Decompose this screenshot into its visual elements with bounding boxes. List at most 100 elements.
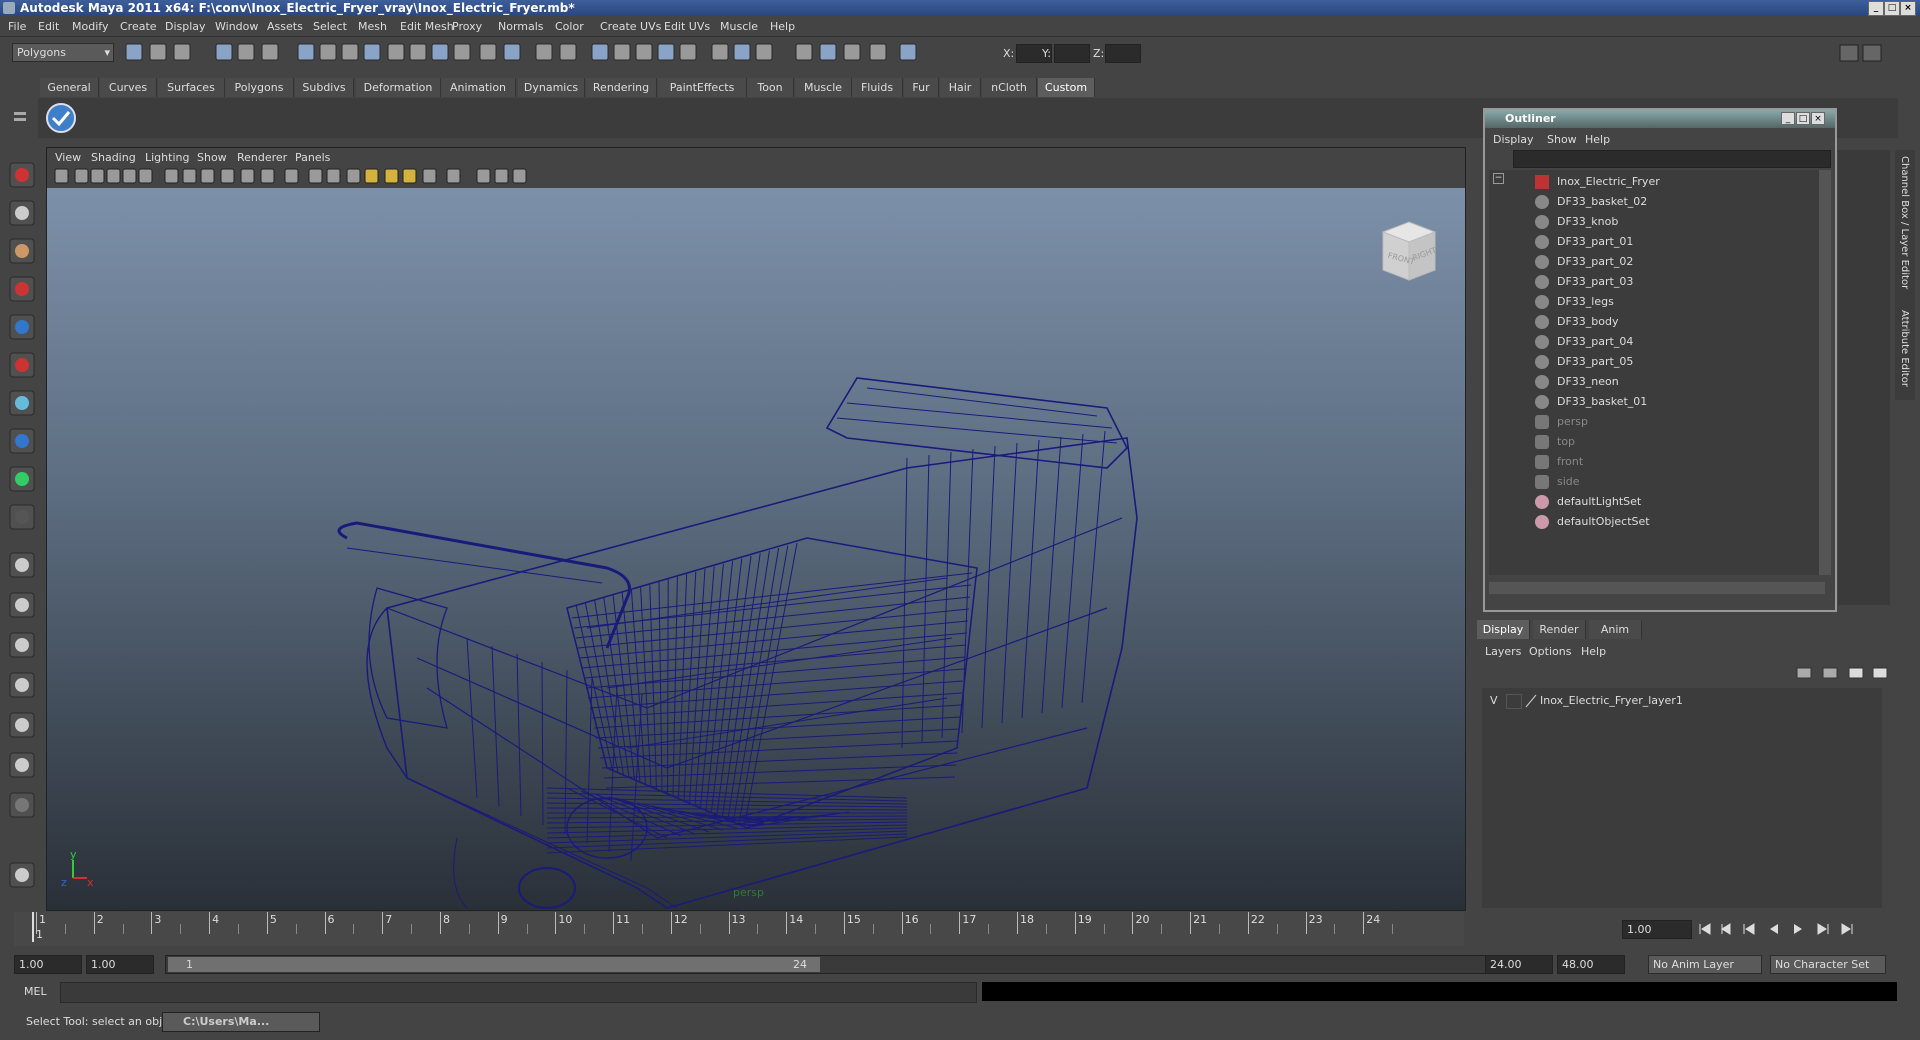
viewport-toolbar-icons[interactable] [47, 166, 647, 188]
scale-tool-icon[interactable] [7, 350, 37, 380]
persp-outliner-layout-icon[interactable] [7, 630, 37, 660]
current-time-field[interactable]: 1.00 [1622, 920, 1692, 939]
outliner-menu-show[interactable]: Show [1547, 133, 1577, 146]
outliner-item-set[interactable]: defaultLightSet [1489, 492, 1819, 512]
menu-assets[interactable]: Assets [267, 20, 303, 33]
shelf-tab-surfaces[interactable]: Surfaces [158, 78, 225, 97]
viewport-menu-show[interactable]: Show [197, 151, 227, 164]
menu-mesh[interactable]: Mesh [358, 20, 387, 33]
show-manipulator-icon[interactable] [7, 464, 37, 494]
status-tool-icon[interactable] [237, 43, 255, 61]
mel-input[interactable] [60, 982, 977, 1003]
scene-view[interactable]: FRONT RIGHT persp y x z [47, 188, 1465, 910]
menu-proxy[interactable]: Proxy [452, 20, 482, 33]
shelf-tab-custom[interactable]: Custom [1038, 78, 1095, 97]
status-tool-icon[interactable] [535, 43, 553, 61]
viewport-menu-shading[interactable]: Shading [91, 151, 136, 164]
status-tool-icon[interactable] [173, 43, 191, 61]
viewport-tool-icon[interactable] [364, 168, 379, 184]
playback-end-field[interactable]: 24.00 [1485, 955, 1553, 974]
menu-modify[interactable]: Modify [72, 20, 108, 33]
status-tool-icon[interactable] [679, 43, 697, 61]
panel-layout-icons[interactable] [1838, 43, 1898, 65]
layer-tab-anim[interactable]: Anim [1589, 620, 1642, 639]
menu-edit[interactable]: Edit [38, 20, 59, 33]
viewport-tool-icon[interactable] [240, 168, 255, 184]
move-tool-icon[interactable] [7, 274, 37, 304]
status-tool-icon[interactable] [503, 43, 521, 61]
viewport-tool-icon[interactable] [494, 168, 509, 184]
shelf-menu-icon[interactable] [10, 98, 30, 138]
soft-mod-icon[interactable] [7, 426, 37, 456]
z-input[interactable] [1105, 44, 1141, 63]
menu-file[interactable]: File [8, 20, 26, 33]
status-tool-icon[interactable] [733, 43, 751, 61]
viewport-tool-icon[interactable] [422, 168, 437, 184]
outliner-maximize-button[interactable]: □ [1796, 112, 1810, 125]
maximize-button[interactable]: □ [1884, 1, 1900, 16]
outliner-item[interactable]: DF33_knob [1489, 212, 1819, 232]
paint-effects-icon[interactable] [7, 860, 37, 890]
current-frame-marker[interactable] [32, 912, 34, 942]
viewport-tool-icon[interactable] [74, 168, 89, 184]
status-tool-icon[interactable] [387, 43, 405, 61]
outliner-menu-display[interactable]: Display [1493, 133, 1534, 146]
menu-edit-uvs[interactable]: Edit UVs [664, 20, 710, 33]
status-tool-icon[interactable] [613, 43, 631, 61]
status-tool-icon[interactable] [453, 43, 471, 61]
outliner-item-camera[interactable]: side [1489, 472, 1819, 492]
channel-box-tab[interactable]: Channel Box / Layer Editor [1899, 156, 1910, 289]
menu-select[interactable]: Select [313, 20, 347, 33]
status-tool-icon[interactable] [125, 43, 143, 61]
start-time-field[interactable]: 1.00 [14, 955, 82, 974]
layer-menu-options[interactable]: Options [1529, 645, 1571, 658]
status-tool-icon[interactable] [657, 43, 675, 61]
layer-tab-render[interactable]: Render [1533, 620, 1586, 639]
time-slider[interactable]: 1 2 3 4 5 6 7 8 9 10 11 12 13 14 15 16 17 18 19 20 21 22 23 24 1 [14, 912, 1464, 946]
viewport-menu-view[interactable]: View [55, 151, 81, 164]
viewport-tool-icon[interactable] [200, 168, 215, 184]
outliner-horizontal-scrollbar[interactable] [1489, 582, 1825, 594]
four-view-layout-icon[interactable] [7, 590, 37, 620]
status-tool-icon[interactable] [363, 43, 381, 61]
viewport-tool-icon[interactable] [326, 168, 341, 184]
outliner-list[interactable]: − Inox_Electric_Fryer DF33_basket_02 DF33_k… [1489, 170, 1819, 575]
viewport-tool-icon[interactable] [446, 168, 461, 184]
minimize-button[interactable]: _ [1868, 1, 1884, 16]
outliner-item[interactable]: DF33_part_05 [1489, 352, 1819, 372]
outliner-close-button[interactable]: × [1811, 112, 1825, 125]
playback-controls[interactable] [1694, 918, 1904, 940]
layer-menu-layers[interactable]: Layers [1485, 645, 1521, 658]
layer-tab-display[interactable]: Display [1477, 620, 1530, 639]
layer-template-toggle[interactable] [1506, 694, 1522, 709]
viewport-tool-icon[interactable] [122, 168, 137, 184]
shelf-tab-hair[interactable]: Hair [940, 78, 981, 97]
outliner-item[interactable]: DF33_part_02 [1489, 252, 1819, 272]
outliner-vertical-scrollbar[interactable] [1819, 170, 1831, 575]
outliner-minimize-button[interactable]: _ [1781, 112, 1795, 125]
viewport-menu-renderer[interactable]: Renderer [237, 151, 287, 164]
outliner-item-camera[interactable]: persp [1489, 412, 1819, 432]
menu-create-uvs[interactable]: Create UVs [600, 20, 661, 33]
shelf-tab-dynamics[interactable]: Dynamics [518, 78, 585, 97]
viewport-menu-lighting[interactable]: Lighting [145, 151, 189, 164]
viewport-tool-icon[interactable] [308, 168, 323, 184]
status-tool-icon[interactable] [319, 43, 337, 61]
character-set-selector[interactable]: No Character Set [1770, 955, 1886, 974]
shelf-tab-ncloth[interactable]: nCloth [982, 78, 1037, 97]
outliner-filter-input[interactable] [1513, 150, 1831, 168]
hypershade-layout-icon[interactable] [7, 710, 37, 740]
paint-select-icon[interactable] [7, 236, 37, 266]
shelf-tab-general[interactable]: General [40, 78, 99, 97]
perspective-viewport[interactable]: View Shading Lighting Show Renderer Panels FR… [46, 147, 1466, 911]
shelf-tab-rendering[interactable]: Rendering [586, 78, 657, 97]
status-tool-icon[interactable] [479, 43, 497, 61]
collapse-icon[interactable]: − [1493, 173, 1504, 184]
single-perspective-layout-icon[interactable] [7, 550, 37, 580]
status-tool-icon[interactable] [899, 43, 917, 61]
outliner-item[interactable]: DF33_neon [1489, 372, 1819, 392]
menu-color[interactable]: Color [555, 20, 584, 33]
menu-set-selector[interactable]: Polygons ▾ [12, 43, 114, 62]
more-layouts-icon[interactable] [7, 790, 37, 820]
shelf-tab-polygons[interactable]: Polygons [225, 78, 294, 97]
